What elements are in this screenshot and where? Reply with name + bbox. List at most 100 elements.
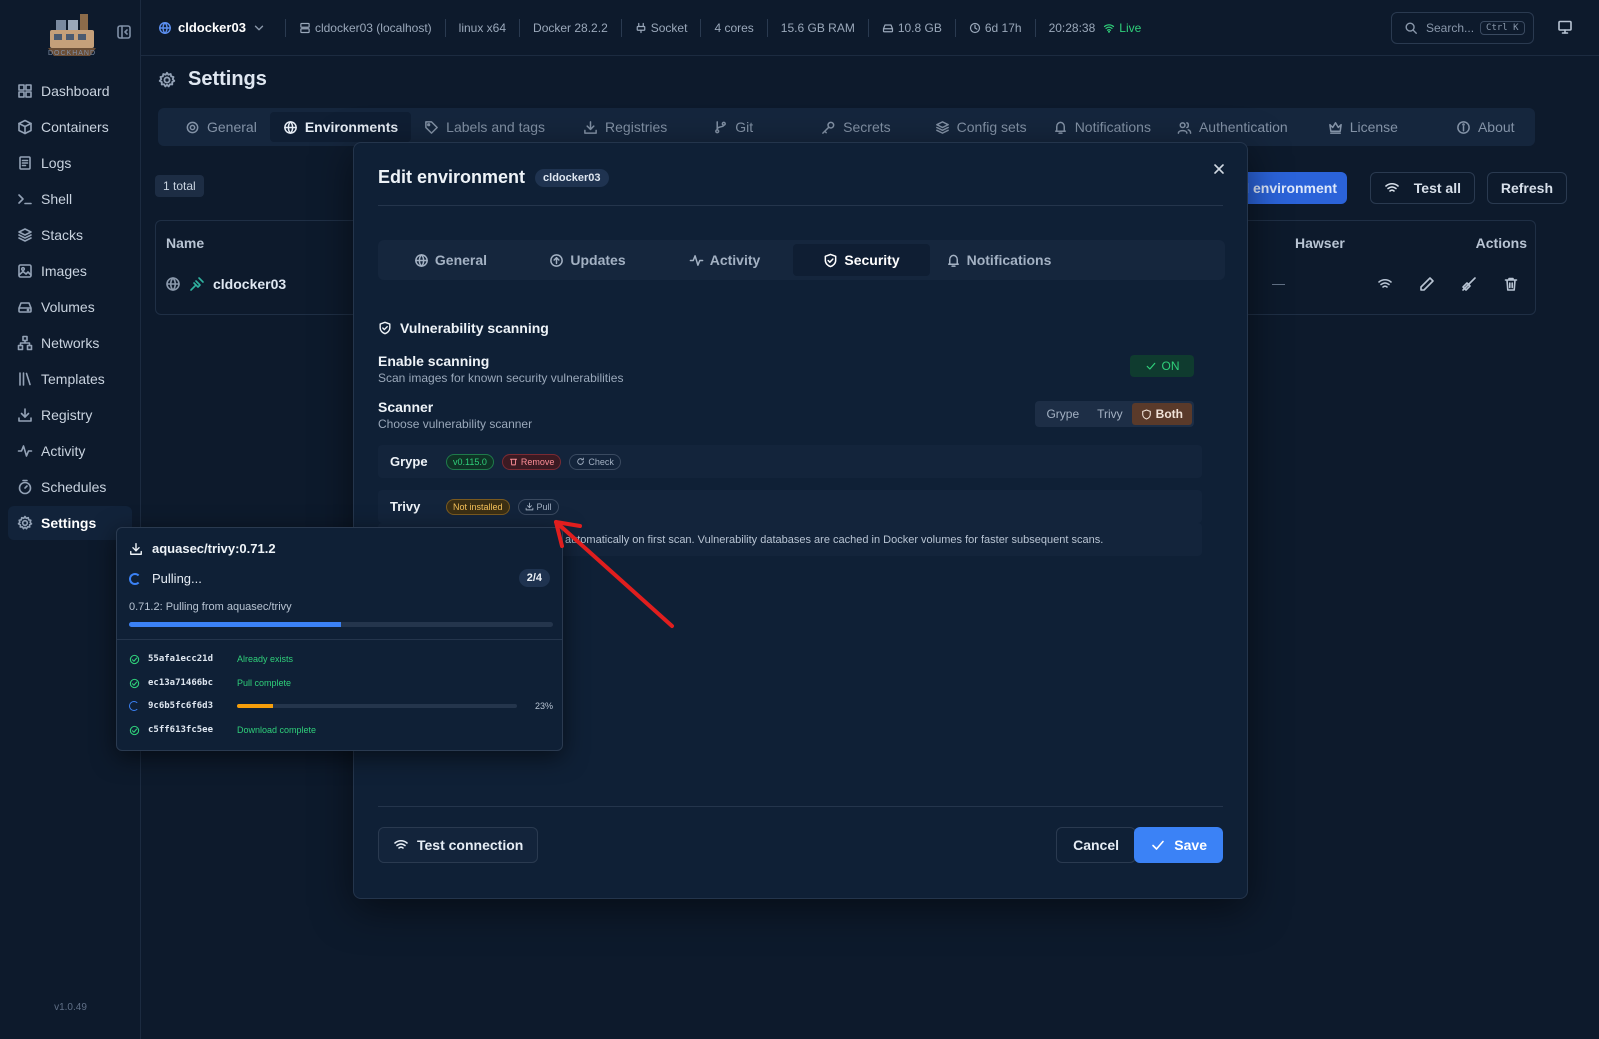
row-actions bbox=[1377, 276, 1519, 292]
tab-authentication[interactable]: Authentication bbox=[1164, 112, 1301, 142]
tab-config-sets[interactable]: Config sets bbox=[922, 112, 1040, 142]
environment-selector[interactable]: cldocker03 bbox=[158, 20, 272, 35]
scanner-label: Scanner bbox=[378, 399, 434, 415]
server-icon bbox=[300, 22, 310, 33]
grid-icon bbox=[18, 84, 32, 98]
sidebar-item-label: Logs bbox=[41, 155, 72, 171]
test-all-button[interactable]: Test all bbox=[1369, 172, 1475, 204]
sidebar-item-registry[interactable]: Registry bbox=[8, 398, 132, 432]
dialog-tab-security[interactable]: Security bbox=[793, 244, 930, 276]
sidebar-item-containers[interactable]: Containers bbox=[8, 110, 132, 144]
tab-git[interactable]: Git bbox=[700, 112, 766, 142]
save-button[interactable]: Save bbox=[1134, 827, 1223, 863]
tab-environments[interactable]: Environments bbox=[269, 112, 412, 142]
wifi-icon[interactable] bbox=[1377, 276, 1393, 292]
layer-id: c5ff613fc5ee bbox=[148, 725, 214, 735]
page-title: Settings bbox=[158, 68, 267, 91]
spinner-icon bbox=[129, 701, 139, 711]
tab-registries[interactable]: Registries bbox=[570, 112, 680, 142]
overall-progress-bar bbox=[129, 622, 553, 627]
bell-icon bbox=[1054, 121, 1066, 134]
search-icon bbox=[1405, 22, 1417, 34]
download-icon bbox=[18, 408, 32, 422]
terminal-icon bbox=[18, 194, 32, 205]
search-placeholder: Search... bbox=[1426, 21, 1475, 35]
globe-icon bbox=[415, 253, 428, 267]
sidebar-item-label: Registry bbox=[41, 407, 93, 423]
edit-environment-dialog: Edit environment cldocker03 General Upda… bbox=[353, 142, 1248, 899]
layer-status: Download complete bbox=[237, 725, 317, 735]
sidebar-item-shell[interactable]: Shell bbox=[8, 182, 132, 216]
shield-icon bbox=[379, 321, 391, 335]
tab-labels-and-tags[interactable]: Labels and tags bbox=[411, 112, 558, 142]
globe-icon bbox=[283, 120, 297, 134]
sidebar-collapse-icon[interactable] bbox=[116, 24, 132, 40]
layer-id: 55afa1ecc21d bbox=[148, 654, 214, 664]
search-box[interactable]: Search... Ctrl K bbox=[1391, 12, 1534, 44]
hawser-cell: — bbox=[1272, 276, 1285, 291]
environment-chip: cldocker03 bbox=[535, 168, 609, 187]
sidebar-item-activity[interactable]: Activity bbox=[8, 434, 132, 468]
refresh-button[interactable]: Refresh bbox=[1486, 172, 1567, 204]
close-icon[interactable] bbox=[1211, 161, 1227, 177]
version-badge: v0.115.0 bbox=[446, 453, 494, 470]
sidebar-item-volumes[interactable]: Volumes bbox=[8, 290, 132, 324]
enable-scanning-label: Enable scanning bbox=[378, 353, 490, 369]
scanner-option-trivy[interactable]: Trivy bbox=[1088, 403, 1132, 425]
table-row[interactable]: cldocker03 bbox=[165, 276, 286, 292]
gear-icon bbox=[158, 71, 176, 87]
monitor-icon[interactable] bbox=[1557, 19, 1573, 35]
layer-percent: 23% bbox=[534, 701, 553, 711]
platform-info: linux x64 bbox=[458, 20, 507, 35]
remove-button[interactable]: Remove bbox=[501, 453, 562, 470]
list-item: 55afa1ecc21d Already exists bbox=[129, 651, 553, 667]
pull-button[interactable]: Pull bbox=[517, 498, 559, 515]
pencil-icon[interactable] bbox=[1419, 276, 1435, 292]
search-shortcut: Ctrl K bbox=[1480, 21, 1525, 35]
key-icon bbox=[822, 121, 835, 134]
sidebar-item-images[interactable]: Images bbox=[8, 254, 132, 288]
sidebar-item-networks[interactable]: Networks bbox=[8, 326, 132, 360]
dialog-tabs: General Updates Activity Security Notifi… bbox=[378, 240, 1225, 280]
test-connection-button[interactable]: Test connection bbox=[378, 827, 539, 863]
update-icon bbox=[550, 253, 564, 267]
tab-secrets[interactable]: Secrets bbox=[808, 112, 903, 142]
enable-scanning-toggle[interactable]: ON bbox=[1130, 355, 1194, 377]
activity-icon bbox=[17, 445, 33, 457]
cancel-button[interactable]: Cancel bbox=[1056, 827, 1136, 863]
section-title: Vulnerability scanning bbox=[378, 320, 549, 336]
column-header-hawser: Hawser bbox=[1295, 235, 1345, 251]
tab-notifications[interactable]: Notifications bbox=[1040, 112, 1164, 142]
drive-icon bbox=[18, 302, 32, 313]
uptime-info: 6d 17h bbox=[969, 21, 1022, 35]
wifi-icon bbox=[394, 839, 408, 849]
broom-icon[interactable] bbox=[1461, 276, 1477, 292]
dialog-tab-general[interactable]: General bbox=[382, 244, 519, 276]
dialog-tab-activity[interactable]: Activity bbox=[656, 244, 793, 276]
sidebar-item-dashboard[interactable]: Dashboard bbox=[8, 74, 132, 108]
sidebar-item-logs[interactable]: Logs bbox=[8, 146, 132, 180]
check-circle-icon bbox=[129, 725, 140, 735]
check-button[interactable]: Check bbox=[569, 453, 621, 470]
globe-icon bbox=[166, 277, 180, 291]
activity-icon bbox=[689, 254, 704, 266]
tab-license[interactable]: License bbox=[1315, 112, 1411, 142]
scanner-option-grype[interactable]: Grype bbox=[1037, 403, 1088, 425]
list-item: ec13a71466bc Pull complete bbox=[129, 675, 553, 691]
trash-icon[interactable] bbox=[1503, 276, 1519, 292]
column-header-name[interactable]: Name bbox=[166, 235, 204, 251]
sidebar-item-schedules[interactable]: Schedules bbox=[8, 470, 132, 504]
sidebar-item-settings[interactable]: Settings bbox=[8, 506, 132, 540]
dialog-tab-updates[interactable]: Updates bbox=[519, 244, 656, 276]
scanner-option-both[interactable]: Both bbox=[1131, 403, 1192, 425]
list-item: 9c6b5fc6f6d3 23% bbox=[129, 698, 553, 714]
sidebar-item-stacks[interactable]: Stacks bbox=[8, 218, 132, 252]
tab-general[interactable]: General bbox=[172, 112, 270, 142]
sidebar-item-label: Dashboard bbox=[41, 83, 110, 99]
layer-id: ec13a71466bc bbox=[148, 678, 214, 688]
dialog-tab-notifications[interactable]: Notifications bbox=[930, 244, 1067, 276]
sidebar-item-templates[interactable]: Templates bbox=[8, 362, 132, 396]
network-icon bbox=[17, 335, 33, 351]
crown-icon bbox=[1328, 121, 1342, 134]
tab-about[interactable]: About bbox=[1443, 112, 1528, 142]
